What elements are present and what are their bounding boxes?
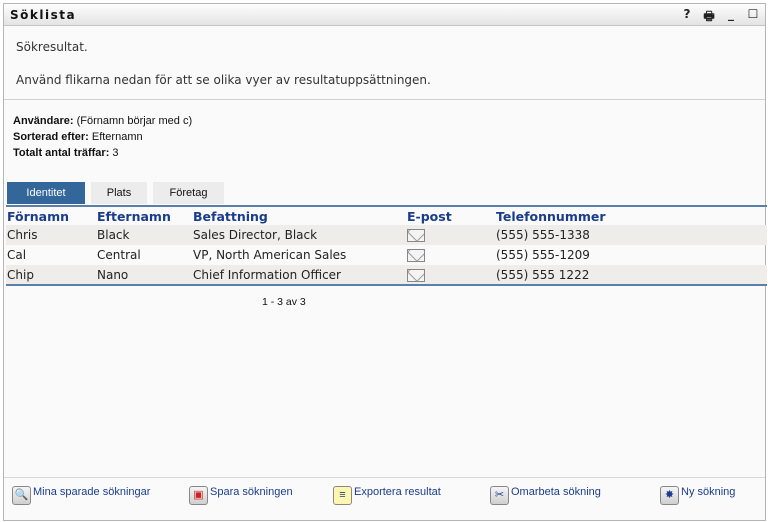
phone: (555) 555-1338 [496,225,767,245]
saved-searches-link[interactable]: 🔍 Mina sparade sökningar [12,486,150,505]
intro-heading: Sökresultat. [16,40,88,54]
save-search-link[interactable]: ▣ Spara sökningen [189,486,293,505]
tab-plats[interactable]: Plats [91,182,147,204]
first-name[interactable]: Chip [6,265,97,285]
table-row: Chris Black Sales Director, Black (555) … [6,225,767,245]
job-title: VP, North American Sales [193,248,347,262]
job-title: Sales Director, Black [193,225,407,245]
maximize-icon[interactable]: ☐ [747,7,759,28]
save-disk-icon: ▣ [189,486,208,505]
total-value: 3 [112,147,119,159]
tab-foretag[interactable]: Företag [153,182,224,204]
refine-search-label[interactable]: Omarbeta sökning [511,486,601,498]
total-label: Totalt antal träffar: [13,147,110,159]
saved-searches-label[interactable]: Mina sparade sökningar [33,486,150,498]
export-results-link[interactable]: ≡ Exportera resultat [333,486,441,505]
new-search-label[interactable]: Ny sökning [681,486,735,498]
export-results-label[interactable]: Exportera resultat [354,486,441,498]
refine-search-link[interactable]: ✂ Omarbeta sökning [490,486,601,505]
email-icon[interactable] [407,249,425,262]
user-label: Användare: [13,115,74,127]
save-search-label[interactable]: Spara sökningen [210,486,293,498]
search-info: Användare: (Förnamn börjar med c) Sorter… [13,113,192,161]
intro-text: Använd flikarna nedan för att se olika v… [16,73,431,87]
help-icon[interactable]: ? [681,7,693,28]
results-table: Förnamn Efternamn Befattning E-post Tele… [6,205,767,286]
header-title[interactable]: Befattning [193,206,407,225]
pagination-text: 1 - 3 av 3 [262,296,306,308]
header-phone[interactable]: Telefonnummer [496,206,767,225]
header-first-name[interactable]: Förnamn [6,206,97,225]
table-row: Cal Central VP, North American Sales (55… [6,245,767,265]
first-name[interactable]: Chris [6,225,97,245]
title-bar: Söklista ? 🖶 _ ☐ [4,4,765,26]
email-icon[interactable] [407,268,425,282]
header-email[interactable]: E-post [407,206,496,225]
new-search-icon: ✸ [660,486,679,505]
search-list-window: Söklista ? 🖶 _ ☐ Sökresultat. Använd fli… [3,3,767,521]
intro-panel: Sökresultat. Använd flikarna nedan för a… [4,27,765,100]
last-name: Nano [97,265,193,285]
print-icon[interactable]: 🖶 [703,7,715,28]
window-title: Söklista [10,8,77,22]
user-value: (Förnamn börjar med c) [76,115,193,127]
sort-value: Efternamn [91,131,143,143]
phone: (555) 555-1209 [496,248,590,262]
table-header: Förnamn Efternamn Befattning E-post Tele… [6,206,767,225]
table-row: Chip Nano Chief Information Officer (555… [6,265,767,285]
header-last-name[interactable]: Efternamn [97,206,193,225]
last-name: Central [97,248,141,262]
export-list-icon: ≡ [333,486,352,505]
job-title: Chief Information Officer [193,265,407,285]
refine-tools-icon: ✂ [490,486,509,505]
first-name[interactable]: Cal [6,245,97,265]
phone: (555) 555 1222 [496,265,767,285]
saved-searches-icon: 🔍 [12,486,31,505]
sort-label: Sorterad efter: [13,131,89,143]
minimize-icon[interactable]: _ [725,7,737,28]
new-search-link[interactable]: ✸ Ny sökning [660,486,735,505]
footer-actions: 🔍 Mina sparade sökningar ▣ Spara sökningen… [4,477,765,505]
last-name: Black [97,225,193,245]
tab-identitet[interactable]: Identitet [7,182,85,204]
email-icon[interactable] [407,229,425,242]
